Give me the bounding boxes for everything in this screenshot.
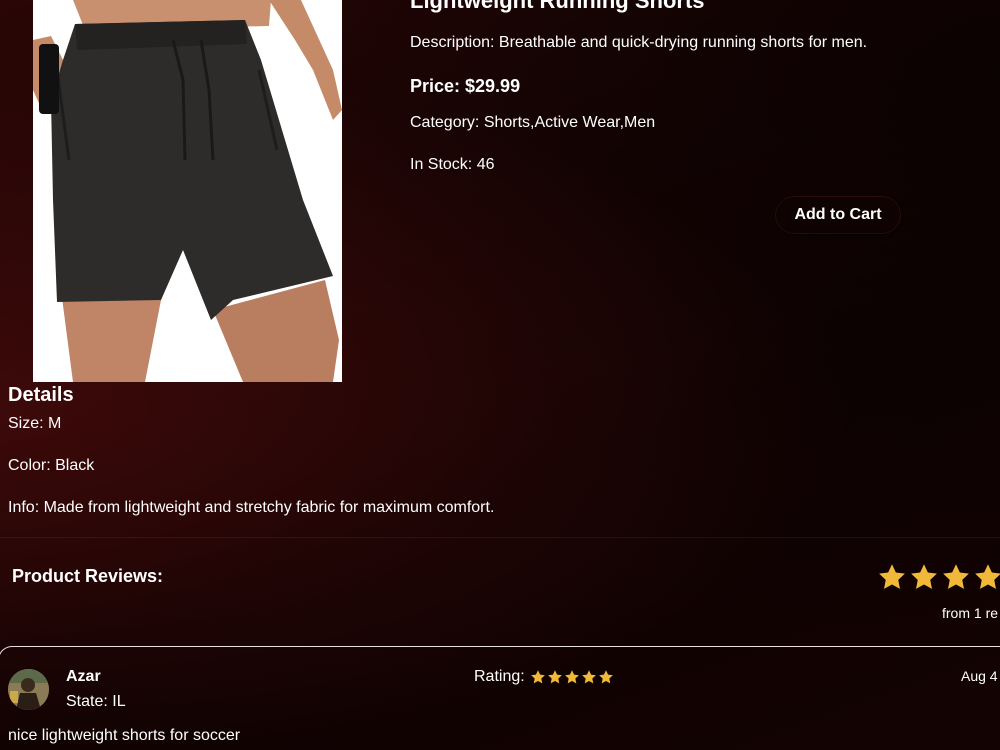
star-icon (547, 669, 563, 685)
add-to-cart-button[interactable]: Add to Cart (775, 196, 901, 234)
review-rating-label: Rating: (474, 668, 525, 685)
detail-size: Size: M (8, 415, 62, 432)
reviewer-avatar (8, 669, 49, 710)
star-icon (564, 669, 580, 685)
reviews-heading: Product Reviews: (12, 566, 164, 586)
review-rating: Rating: (474, 668, 614, 686)
product-page: Lightweight Running Shorts Description: … (0, 0, 1000, 750)
product-title: Lightweight Running Shorts (410, 0, 705, 13)
star-icon (909, 562, 939, 592)
star-icon (877, 562, 907, 592)
star-icon (581, 669, 597, 685)
star-icon (973, 562, 1000, 592)
product-stock: In Stock: 46 (410, 156, 495, 173)
section-divider (0, 537, 1000, 538)
review-text: nice lightweight shorts for soccer (8, 727, 241, 744)
product-category: Category: Shorts,Active Wear,Men (410, 114, 656, 131)
star-icon (598, 669, 614, 685)
review-rating-stars (530, 669, 614, 685)
review-count-text: from 1 re (942, 605, 999, 621)
detail-info: Info: Made from lightweight and stretchy… (8, 499, 495, 516)
star-icon (530, 669, 546, 685)
summary-rating-stars (877, 562, 1000, 592)
product-image (33, 0, 342, 382)
star-icon (941, 562, 971, 592)
reviewer-name: Azar (66, 668, 101, 685)
product-price: Price: $29.99 (410, 76, 521, 96)
reviewer-state: State: IL (66, 693, 126, 710)
product-description: Description: Breathable and quick-drying… (410, 34, 868, 51)
detail-color: Color: Black (8, 457, 95, 474)
review-date: Aug 4 (961, 668, 998, 684)
details-heading: Details (8, 384, 74, 406)
